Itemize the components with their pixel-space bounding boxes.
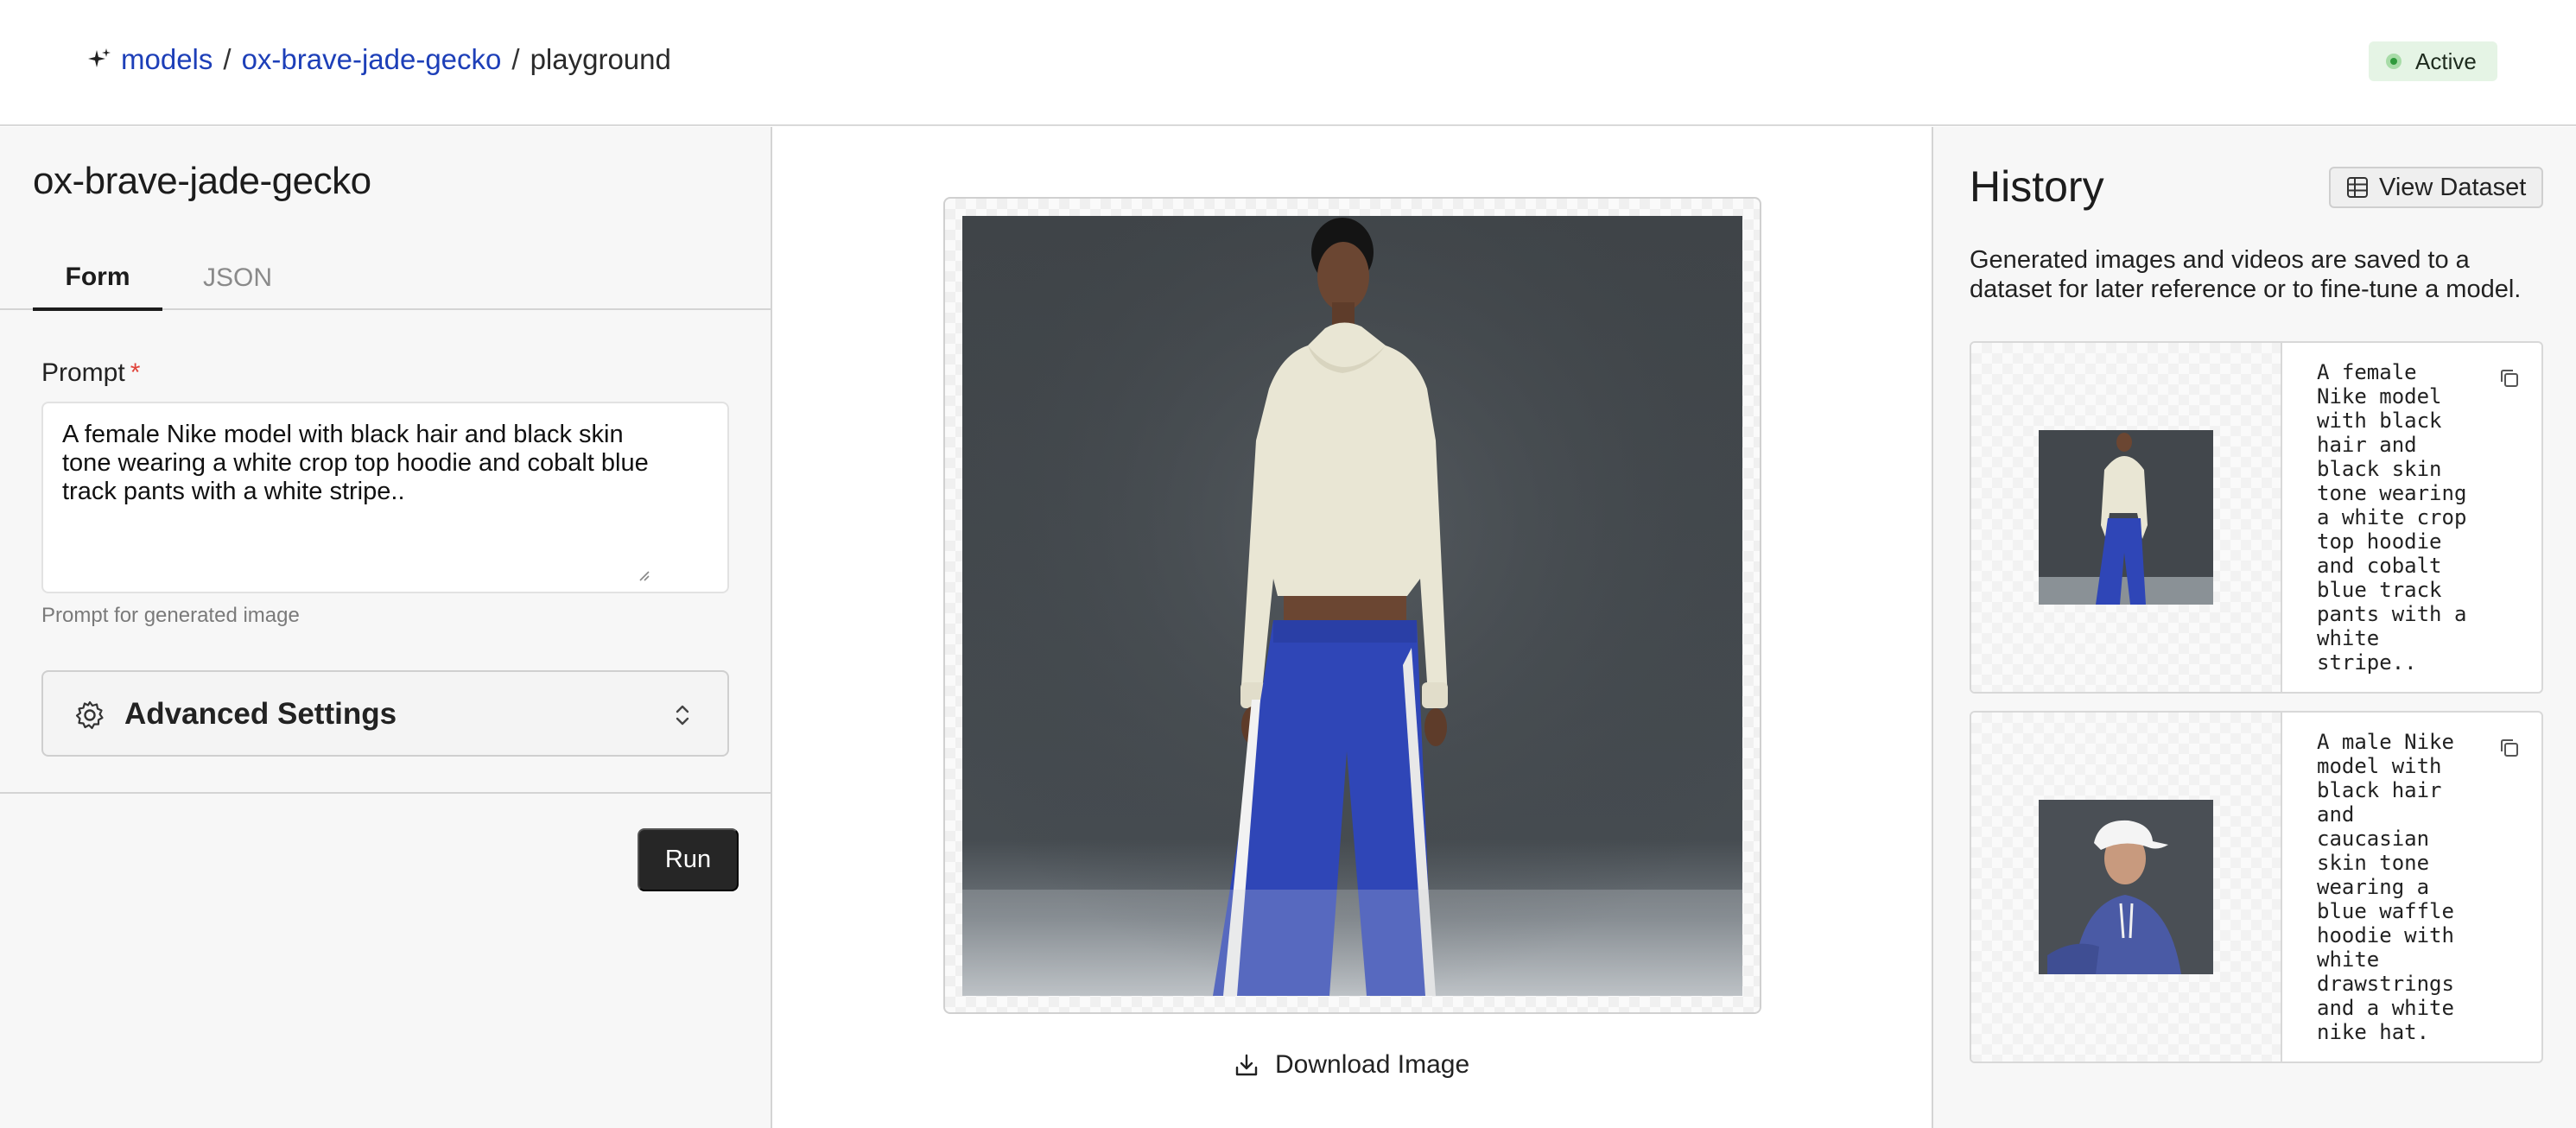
breadcrumb-separator: /: [511, 43, 520, 75]
status-badge-label: Active: [2415, 48, 2477, 74]
history-item-thumbnail-area: [1971, 713, 2282, 1061]
tab-json[interactable]: JSON: [186, 246, 289, 310]
prompt-textarea-value: A female Nike model with black hair and …: [62, 421, 649, 505]
download-image-button[interactable]: Download Image: [1234, 1050, 1469, 1080]
history-item-caption: A female Nike model with black hair and …: [2317, 360, 2467, 675]
breadcrumb-model-link[interactable]: ox-brave-jade-gecko: [242, 43, 502, 76]
history-item-thumbnail[interactable]: [2039, 800, 2213, 974]
history-item-caption: A male Nike model with black hair and ca…: [2317, 730, 2454, 1044]
breadcrumb-current-page: playground: [530, 43, 671, 75]
input-panel: ox-brave-jade-gecko Form JSON Prompt * A …: [0, 127, 772, 1128]
output-panel: Download Image: [774, 127, 1932, 1128]
gear-icon: [75, 700, 104, 730]
generated-image-illustration: [962, 216, 1742, 996]
view-dataset-button[interactable]: View Dataset: [2329, 167, 2543, 208]
history-item[interactable]: A female Nike model with black hair and …: [1970, 341, 2543, 694]
model-title: ox-brave-jade-gecko: [33, 160, 371, 202]
required-marker: *: [130, 358, 141, 387]
generated-image: [962, 216, 1742, 996]
history-item[interactable]: A male Nike model with black hair and ca…: [1970, 711, 2543, 1063]
prompt-textarea[interactable]: A female Nike model with black hair and …: [41, 402, 729, 593]
top-bar: models / ox-brave-jade-gecko / playgroun…: [0, 0, 2576, 126]
prompt-label-text: Prompt: [41, 358, 125, 387]
resize-handle-icon[interactable]: [636, 567, 650, 581]
divider: [0, 792, 772, 794]
history-item-thumbnail-area: [1971, 343, 2282, 692]
view-dataset-label: View Dataset: [2379, 173, 2527, 201]
generated-image-frame: [943, 197, 1761, 1014]
tab-form[interactable]: Form: [33, 246, 162, 311]
breadcrumb: models / ox-brave-jade-gecko / playgroun…: [86, 43, 671, 76]
tab-bar: Form JSON: [0, 246, 772, 311]
history-title: History: [1970, 162, 2104, 211]
status-dot-icon: [2386, 54, 2402, 69]
breadcrumb-models-link[interactable]: models: [121, 43, 213, 76]
history-description: Generated images and videos are saved to…: [1970, 246, 2522, 303]
prompt-helper-text: Prompt for generated image: [41, 604, 300, 627]
run-button[interactable]: Run: [638, 828, 739, 891]
table-icon: [2347, 177, 2368, 198]
breadcrumb-separator: /: [223, 43, 232, 75]
history-item-thumbnail[interactable]: [2039, 430, 2213, 605]
copy-icon[interactable]: [2498, 367, 2521, 390]
download-image-label: Download Image: [1275, 1050, 1470, 1079]
copy-icon[interactable]: [2498, 737, 2521, 759]
chevron-up-down-icon: [676, 705, 689, 726]
download-icon: [1235, 1054, 1258, 1076]
advanced-settings-label: Advanced Settings: [124, 697, 397, 731]
prompt-label: Prompt *: [41, 358, 140, 388]
history-panel: History View Dataset Generated images an…: [1932, 127, 2576, 1128]
advanced-settings-toggle[interactable]: Advanced Settings: [41, 670, 729, 757]
sparkle-icon: [88, 48, 111, 67]
status-badge: Active: [2369, 41, 2497, 81]
